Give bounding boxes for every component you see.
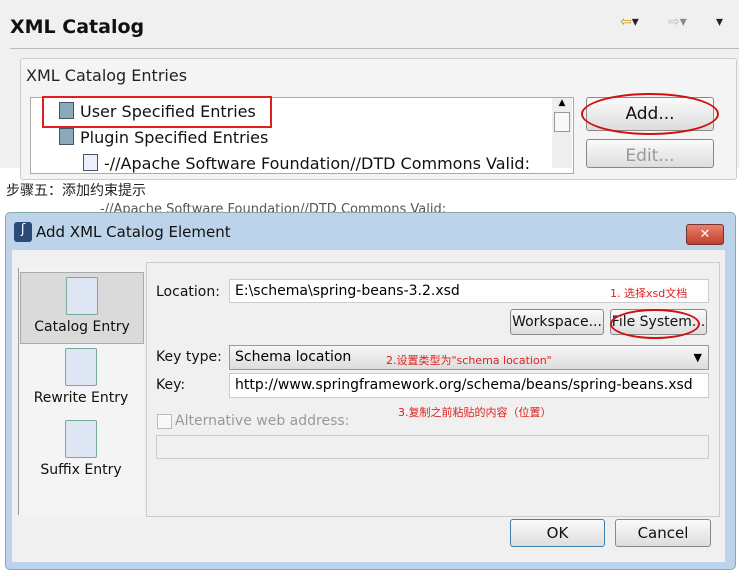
alt-address-label: Alternative web address: xyxy=(175,413,350,429)
item-label: Plugin Specified Entries xyxy=(80,128,269,147)
catalog-entry-icon xyxy=(66,277,98,315)
divider xyxy=(10,48,739,49)
highlight-ellipse xyxy=(610,309,700,339)
annotation-3: 3.复制之前粘贴的内容（位置） xyxy=(398,406,552,419)
view-menu-icon[interactable]: ▾ xyxy=(716,14,723,30)
alt-address-input[interactable] xyxy=(156,435,709,459)
key-type-label: Key type: xyxy=(156,349,222,365)
key-label: Key: xyxy=(156,377,186,393)
tree-item-dtd[interactable]: -//Apache Software Foundation//DTD Commo… xyxy=(83,154,530,173)
suffix-entry-icon xyxy=(65,420,97,458)
nav-label: Rewrite Entry xyxy=(33,390,129,406)
step-caption: 步骤五：添加约束提示 xyxy=(6,183,146,199)
nav-label: Suffix Entry xyxy=(40,462,122,478)
back-arrow-icon[interactable]: ⇦▾ xyxy=(620,14,639,30)
annotation-1: 1. 选择xsd文档 xyxy=(610,287,688,300)
item-label: -//Apache Software Foundation//DTD Commo… xyxy=(104,154,530,173)
workspace-button[interactable]: Workspace... xyxy=(510,309,604,335)
rewrite-entry-icon xyxy=(65,348,97,386)
chevron-down-icon: ▼ xyxy=(693,351,702,364)
selected-value: Schema location xyxy=(235,349,352,365)
nav-label: Catalog Entry xyxy=(34,319,130,335)
alt-address-checkbox[interactable] xyxy=(157,414,172,429)
edit-button[interactable]: Edit... xyxy=(586,139,714,168)
catalog-icon xyxy=(59,128,74,145)
nav-suffix-entry[interactable]: Suffix Entry xyxy=(20,420,142,478)
ok-button[interactable]: OK xyxy=(510,519,605,547)
key-input[interactable]: http://www.springframework.org/schema/be… xyxy=(229,373,709,398)
tree-item-plugin[interactable]: Plugin Specified Entries xyxy=(59,128,268,147)
scrollbar[interactable]: ▲ xyxy=(552,98,572,168)
background-fragment: -//Apache Software Foundation//DTD Commo… xyxy=(100,202,447,212)
dialog-title: Add XML Catalog Element xyxy=(36,223,231,241)
highlight-ellipse xyxy=(581,93,719,135)
forward-arrow-icon[interactable]: ⇨▾ xyxy=(668,14,687,30)
highlight-box xyxy=(42,96,272,128)
location-label: Location: xyxy=(156,284,220,300)
nav-catalog-entry[interactable]: Catalog Entry xyxy=(20,272,144,344)
cancel-button[interactable]: Cancel xyxy=(615,519,711,547)
group-label: XML Catalog Entries xyxy=(26,66,188,85)
document-icon xyxy=(83,154,98,171)
close-button[interactable]: ✕ xyxy=(686,224,724,245)
nav-rewrite-entry[interactable]: Rewrite Entry xyxy=(20,348,142,406)
app-icon: ʃ xyxy=(14,222,32,242)
panel-title: XML Catalog xyxy=(10,16,145,38)
annotation-2: 2.设置类型为"schema location" xyxy=(386,354,552,367)
